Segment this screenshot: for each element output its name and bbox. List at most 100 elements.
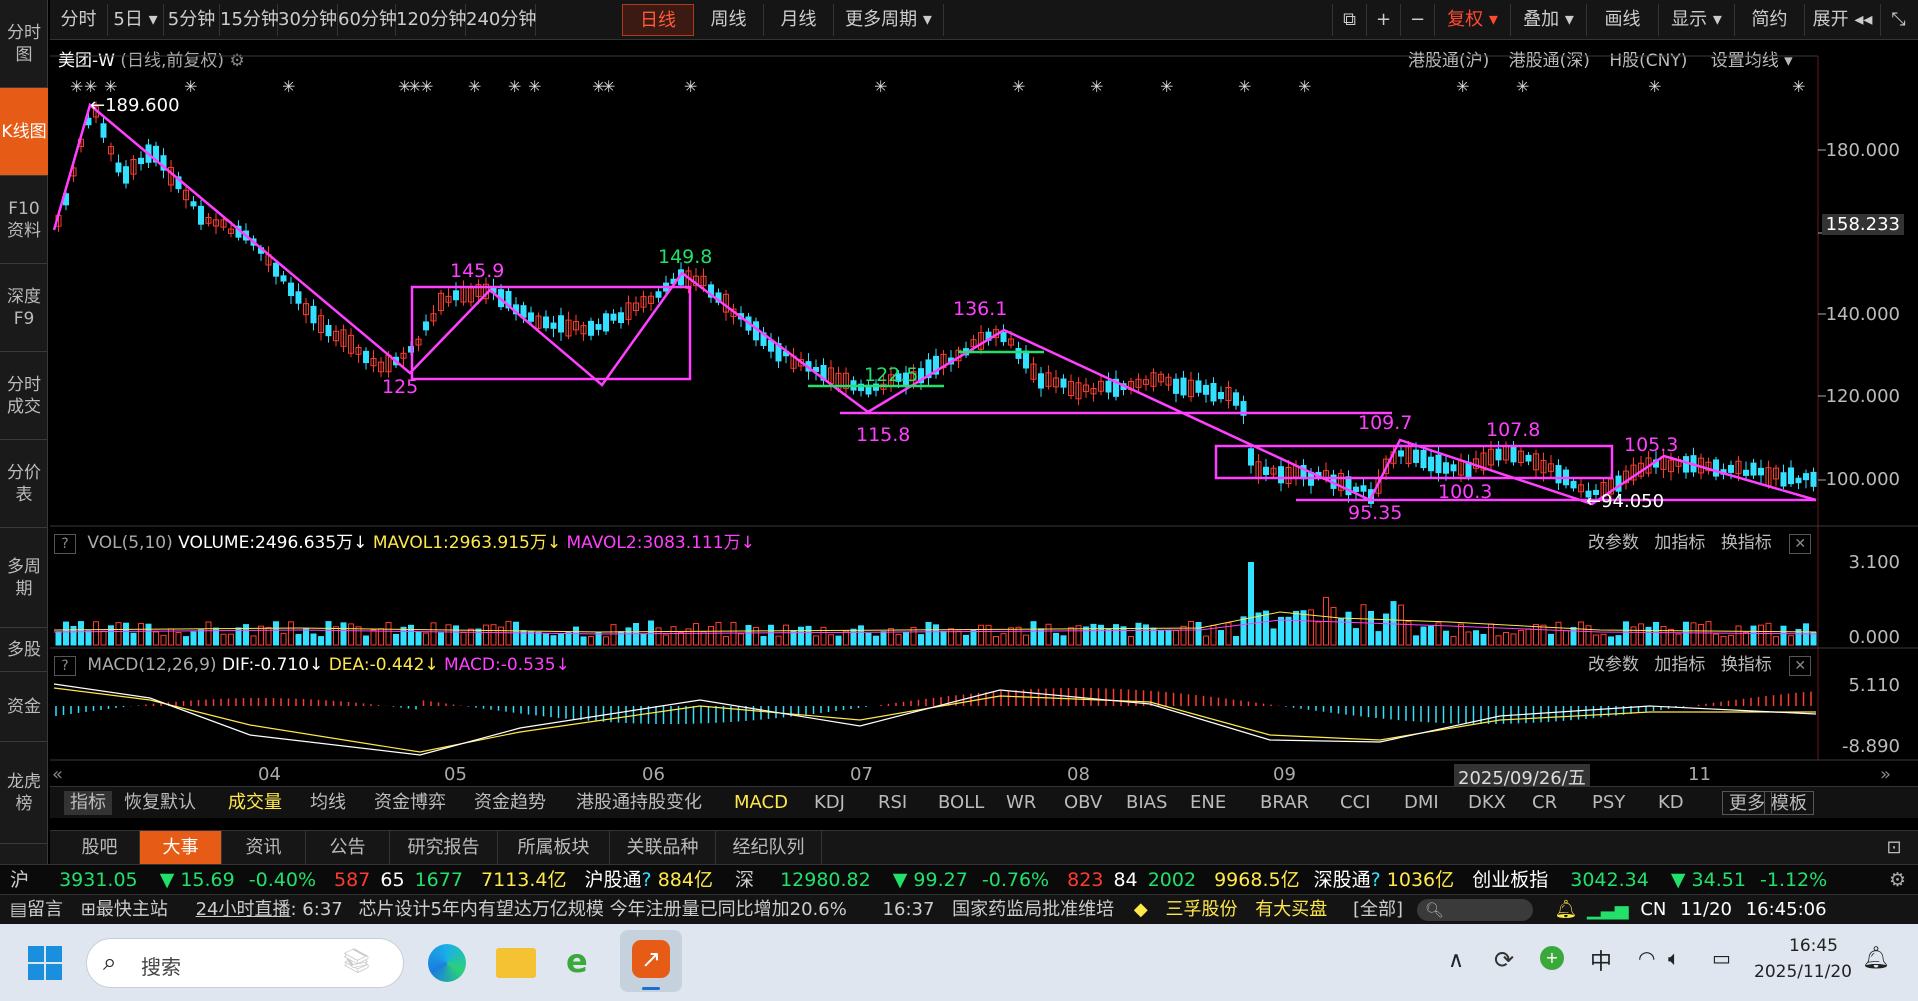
edge-icon[interactable] [428,944,466,982]
volume-bar [1398,604,1404,646]
taskbar-search[interactable]: ⌕ 搜索 📚︎ [86,938,404,988]
indicator-21[interactable]: KD [1658,791,1684,815]
bell-icon[interactable]: 🔔︎ [1554,899,1577,920]
macd-edit-params[interactable]: 改参数 [1588,655,1639,675]
bottom-tab-5[interactable]: 所属板块 [498,831,610,865]
battery-icon[interactable]: ▭ [1712,946,1731,970]
notification-icon[interactable]: 🔔︎ [1862,946,1890,971]
help-icon[interactable]: ? [1371,869,1381,891]
bottom-tab-6[interactable]: 关联品种 [610,831,716,865]
volume-bar [1713,633,1719,646]
bottom-tabs: ⊡ 股吧 大事 资讯 公告 研究报告 所属板块 关联品种 经纪队列 [50,830,1918,865]
indicator-8[interactable]: KDJ [814,791,845,815]
ime-indicator[interactable]: 中 [1590,944,1612,976]
indicator-12[interactable]: OBV [1064,791,1102,815]
bottom-tab-3[interactable]: 公告 [306,831,390,865]
sync-icon[interactable]: ⟳ [1494,946,1514,974]
help-icon[interactable]: ? [54,534,76,554]
macd-swap-indicator[interactable]: 换指标 [1721,655,1772,675]
indicator-20[interactable]: PSY [1592,791,1625,815]
volume-bar [138,623,144,646]
live-link[interactable]: 24小时直播 [196,899,291,920]
indicator-5[interactable]: 资金趋势 [474,791,546,815]
vol-swap-indicator[interactable]: 换指标 [1721,533,1772,553]
volume-bar [393,633,399,646]
ie-browser-icon[interactable]: e [566,942,588,980]
trading-app-task[interactable]: ↗ [620,930,682,992]
candle-body [603,313,609,332]
green-app-icon[interactable]: + [1540,946,1564,970]
all-alerts-link[interactable]: [全部] [1353,899,1403,920]
macd-actions: 改参数 加指标 换指标 ✕ [1588,652,1817,678]
close-icon[interactable]: ✕ [1789,656,1812,676]
candle-body [288,282,294,297]
bottom-tab-7[interactable]: 经纪队列 [716,831,822,865]
message-icon[interactable]: ▤ [10,899,27,920]
taskbar-date[interactable]: 2025/11/20 [1754,962,1852,982]
vol-edit-params[interactable]: 改参数 [1588,533,1639,553]
indicator-4[interactable]: 资金博弈 [374,791,446,815]
candle-body [1210,382,1217,402]
alert-stock[interactable]: 三孚股份 [1165,899,1237,920]
volume-bar [340,622,347,646]
bottom-tab-1[interactable]: 大事 [140,831,222,865]
volume-bar [310,633,317,646]
volume-bar [1653,621,1659,646]
server-icon[interactable]: ⊞ [81,899,96,920]
bottom-tab-0[interactable]: 股吧 [60,831,140,865]
news-headline[interactable]: 国家药监局批准维培 [952,899,1114,920]
panel-toggle-icon[interactable]: ⊡ [1872,831,1916,865]
indicator-6[interactable]: 港股通持股变化 [576,791,702,815]
server-link[interactable]: 最快主站 [96,899,168,920]
windows-start-icon[interactable] [28,946,62,980]
volume-bar [190,631,197,646]
candle-body [1038,373,1044,389]
indicator-13[interactable]: BIAS [1126,791,1167,815]
indicator-7[interactable]: MACD [734,791,788,815]
volume-bar [1780,625,1787,646]
volume-icon[interactable]: 🔈︎ [1668,946,1680,970]
indicator-11[interactable]: WR [1006,791,1036,815]
wifi-icon[interactable]: ◠ [1638,946,1655,970]
chevron-up-icon[interactable]: ∧ [1448,948,1464,973]
vol-add-indicator[interactable]: 加指标 [1654,533,1705,553]
volume-bar [1773,636,1779,646]
scroll-left-icon[interactable]: « [52,764,63,785]
indicator-2[interactable]: 成交量 [228,791,282,815]
news-headline[interactable]: 芯片设计5年内有望达万亿规模 今年注册量已同比增加20.6% [358,899,846,920]
close-icon[interactable]: ✕ [1789,534,1812,554]
search-input[interactable]: 🔍︎ [1416,899,1533,921]
macd-add-indicator[interactable]: 加指标 [1654,655,1705,675]
indicator-16[interactable]: CCI [1340,791,1370,815]
help-icon[interactable]: ? [642,869,652,891]
sz-label[interactable]: 深 [735,869,754,891]
indicator-10[interactable]: BOLL [938,791,984,815]
settings-gear-icon[interactable]: ⚙ [1889,865,1906,895]
sh-label[interactable]: 沪 [10,869,29,891]
indicator-3[interactable]: 均线 [310,791,346,815]
indicator-1[interactable]: 恢复默认 [124,791,196,815]
indicator-9[interactable]: RSI [878,791,907,815]
indicator-18[interactable]: DKX [1468,791,1506,815]
bottom-tab-2[interactable]: 资讯 [222,831,306,865]
indicator-bar: 指标 恢复默认 成交量 均线 资金博弈 资金趋势 港股通持股变化 MACD KDJ RSI BOLL… [50,786,1918,818]
candle-body [1758,467,1764,476]
taskbar-clock[interactable]: 16:45 [1760,936,1838,956]
bottom-tab-4[interactable]: 研究报告 [390,831,498,865]
volume-bar [843,630,849,646]
file-explorer-icon[interactable] [496,948,536,978]
message-link[interactable]: 留言 [27,899,63,920]
sgt-label[interactable]: 深股通 [1314,869,1371,891]
help-icon[interactable]: ? [54,656,76,676]
indicator-14[interactable]: ENE [1190,791,1226,815]
volume-bar [438,632,444,646]
cyb-label[interactable]: 创业板指 [1472,869,1548,891]
indicator-0[interactable]: 指标 [64,791,112,815]
indicator-15[interactable]: BRAR [1260,791,1309,815]
indicator-17[interactable]: DMI [1404,791,1439,815]
indicator-23[interactable]: 模板 [1764,791,1814,815]
label-136: 136.1 [953,298,1008,320]
hgt-label[interactable]: 沪股通 [585,869,642,891]
scroll-right-icon[interactable]: » [1880,764,1891,785]
indicator-19[interactable]: CR [1532,791,1557,815]
